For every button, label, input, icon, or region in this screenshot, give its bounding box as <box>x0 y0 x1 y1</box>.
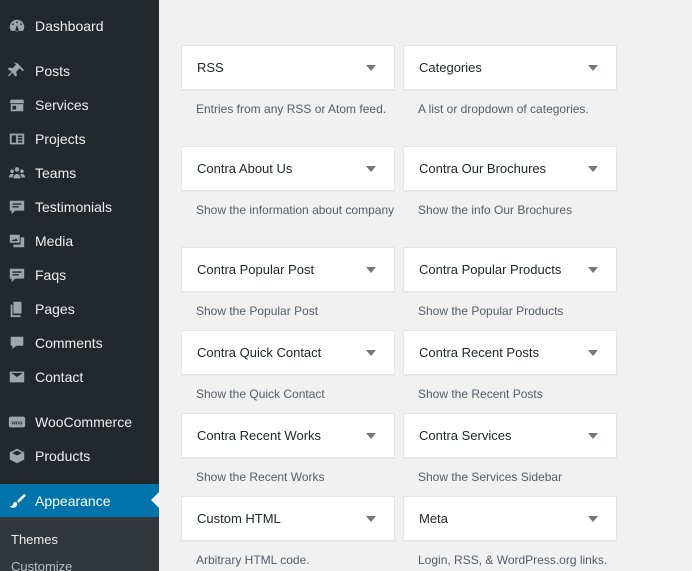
media-icon <box>7 231 27 251</box>
caret-down-icon[interactable] <box>366 350 376 356</box>
brush-icon <box>7 491 27 511</box>
menu-item-label: Media <box>35 233 74 249</box>
widget-description: Show the Popular Post <box>196 304 319 318</box>
widget-contra-services[interactable]: Contra Services <box>403 413 617 458</box>
menu-item-label: Pages <box>35 301 75 317</box>
portfolio-icon <box>7 129 27 149</box>
menu-item-teams[interactable]: Teams <box>0 156 159 190</box>
widget-description: Show the Recent Posts <box>418 387 543 401</box>
menu-item-label: Services <box>35 97 89 113</box>
menu-item-dashboard[interactable]: Dashboard <box>0 9 159 43</box>
widget-rss[interactable]: RSS <box>181 45 395 90</box>
menu-item-label: WooCommerce <box>35 414 132 430</box>
widget-title: Contra Recent Works <box>197 428 322 443</box>
menu-item-label: Testimonials <box>35 199 113 215</box>
widget-description: Show the Quick Contact <box>196 387 325 401</box>
widget-title: Categories <box>419 60 482 75</box>
menu-item-label: Teams <box>35 165 77 181</box>
widget-title: Meta <box>419 511 448 526</box>
caret-down-icon[interactable] <box>588 166 598 172</box>
menu-separator <box>0 43 159 44</box>
store-icon <box>7 95 27 115</box>
caret-down-icon[interactable] <box>366 65 376 71</box>
pin-icon <box>7 61 27 81</box>
widget-contra-quick-contact[interactable]: Contra Quick Contact <box>181 330 395 375</box>
widget-contra-recent-works[interactable]: Contra Recent Works <box>181 413 395 458</box>
widget-title: Contra Services <box>419 428 512 443</box>
widget-contra-popular-products[interactable]: Contra Popular Products <box>403 247 617 292</box>
widget-description: Entries from any RSS or Atom feed. <box>196 102 387 116</box>
widget-description: A list or dropdown of categories. <box>418 102 589 116</box>
menu-item-label: Projects <box>35 131 86 147</box>
widget-title: RSS <box>197 60 224 75</box>
widget-contra-popular-post[interactable]: Contra Popular Post <box>181 247 395 292</box>
widget-title: Contra Our Brochures <box>419 161 547 176</box>
menu-item-label: Products <box>35 448 91 464</box>
svg-text:woo: woo <box>11 420 23 426</box>
caret-down-icon[interactable] <box>366 267 376 273</box>
menu-item-comments[interactable]: Comments <box>0 326 159 360</box>
dashboard-icon <box>7 16 27 36</box>
widget-title: Contra About Us <box>197 161 293 176</box>
menu-separator <box>0 395 159 396</box>
products-icon <box>7 446 27 466</box>
menu-item-appearance[interactable]: Appearance <box>0 484 159 518</box>
menu-item-woocommerce[interactable]: woo WooCommerce <box>0 405 159 439</box>
widget-description: Arbitrary HTML code. <box>196 553 310 567</box>
faq-icon <box>7 265 27 285</box>
menu-item-services[interactable]: Services <box>0 88 159 122</box>
menu-item-label: Faqs <box>35 267 67 283</box>
widget-description: Show the information about company <box>196 203 395 217</box>
widget-title: Custom HTML <box>197 511 281 526</box>
widget-contra-recent-posts[interactable]: Contra Recent Posts <box>403 330 617 375</box>
widget-contra-our-brochures[interactable]: Contra Our Brochures <box>403 146 617 191</box>
widget-description: Show the Popular Products <box>418 304 564 318</box>
menu-item-pages[interactable]: Pages <box>0 292 159 326</box>
widget-meta[interactable]: Meta <box>403 496 617 541</box>
widget-description: Show the Services Sidebar <box>418 470 563 484</box>
caret-down-icon[interactable] <box>366 166 376 172</box>
menu-item-label: Posts <box>35 63 71 79</box>
email-icon <box>7 367 27 387</box>
widget-description: Show the info Our Brochures <box>418 203 573 217</box>
comment-icon <box>7 333 27 353</box>
admin-sidebar: Dashboard Posts Services Projects Teams … <box>0 0 159 571</box>
menu-item-faqs[interactable]: Faqs <box>0 258 159 292</box>
caret-down-icon[interactable] <box>588 516 598 522</box>
widget-title: Contra Popular Post <box>197 262 315 277</box>
menu-item-testimonials[interactable]: Testimonials <box>0 190 159 224</box>
menu-item-products[interactable]: Products <box>0 439 159 473</box>
widget-description: Show the Recent Works <box>196 470 325 484</box>
caret-down-icon[interactable] <box>366 516 376 522</box>
widget-title: Contra Recent Posts <box>419 345 539 360</box>
menu-item-label: Dashboard <box>35 18 104 34</box>
submenu-item-themes[interactable]: Themes <box>11 532 58 547</box>
widget-title: Contra Quick Contact <box>197 345 322 360</box>
menu-item-projects[interactable]: Projects <box>0 122 159 156</box>
caret-down-icon[interactable] <box>588 433 598 439</box>
caret-down-icon[interactable] <box>588 267 598 273</box>
testimonial-icon <box>7 197 27 217</box>
menu-item-label: Comments <box>35 335 103 351</box>
caret-down-icon[interactable] <box>588 350 598 356</box>
widget-contra-about-us[interactable]: Contra About Us <box>181 146 395 191</box>
widget-description: Login, RSS, & WordPress.org links. <box>418 553 608 567</box>
caret-down-icon[interactable] <box>366 433 376 439</box>
menu-item-label: Contact <box>35 369 84 385</box>
submenu-item-customize[interactable]: Customize <box>11 559 72 571</box>
menu-item-media[interactable]: Media <box>0 224 159 258</box>
menu-item-contact[interactable]: Contact <box>0 360 159 394</box>
menu-item-posts[interactable]: Posts <box>0 54 159 88</box>
pages-icon <box>7 299 27 319</box>
groups-icon <box>7 163 27 183</box>
widget-custom-html[interactable]: Custom HTML <box>181 496 395 541</box>
caret-down-icon[interactable] <box>588 65 598 71</box>
menu-item-label: Appearance <box>35 493 111 509</box>
widget-title: Contra Popular Products <box>419 262 562 277</box>
widget-categories[interactable]: Categories <box>403 45 617 90</box>
woocommerce-icon: woo <box>7 412 27 432</box>
appearance-submenu: Themes Customize <box>0 517 159 571</box>
